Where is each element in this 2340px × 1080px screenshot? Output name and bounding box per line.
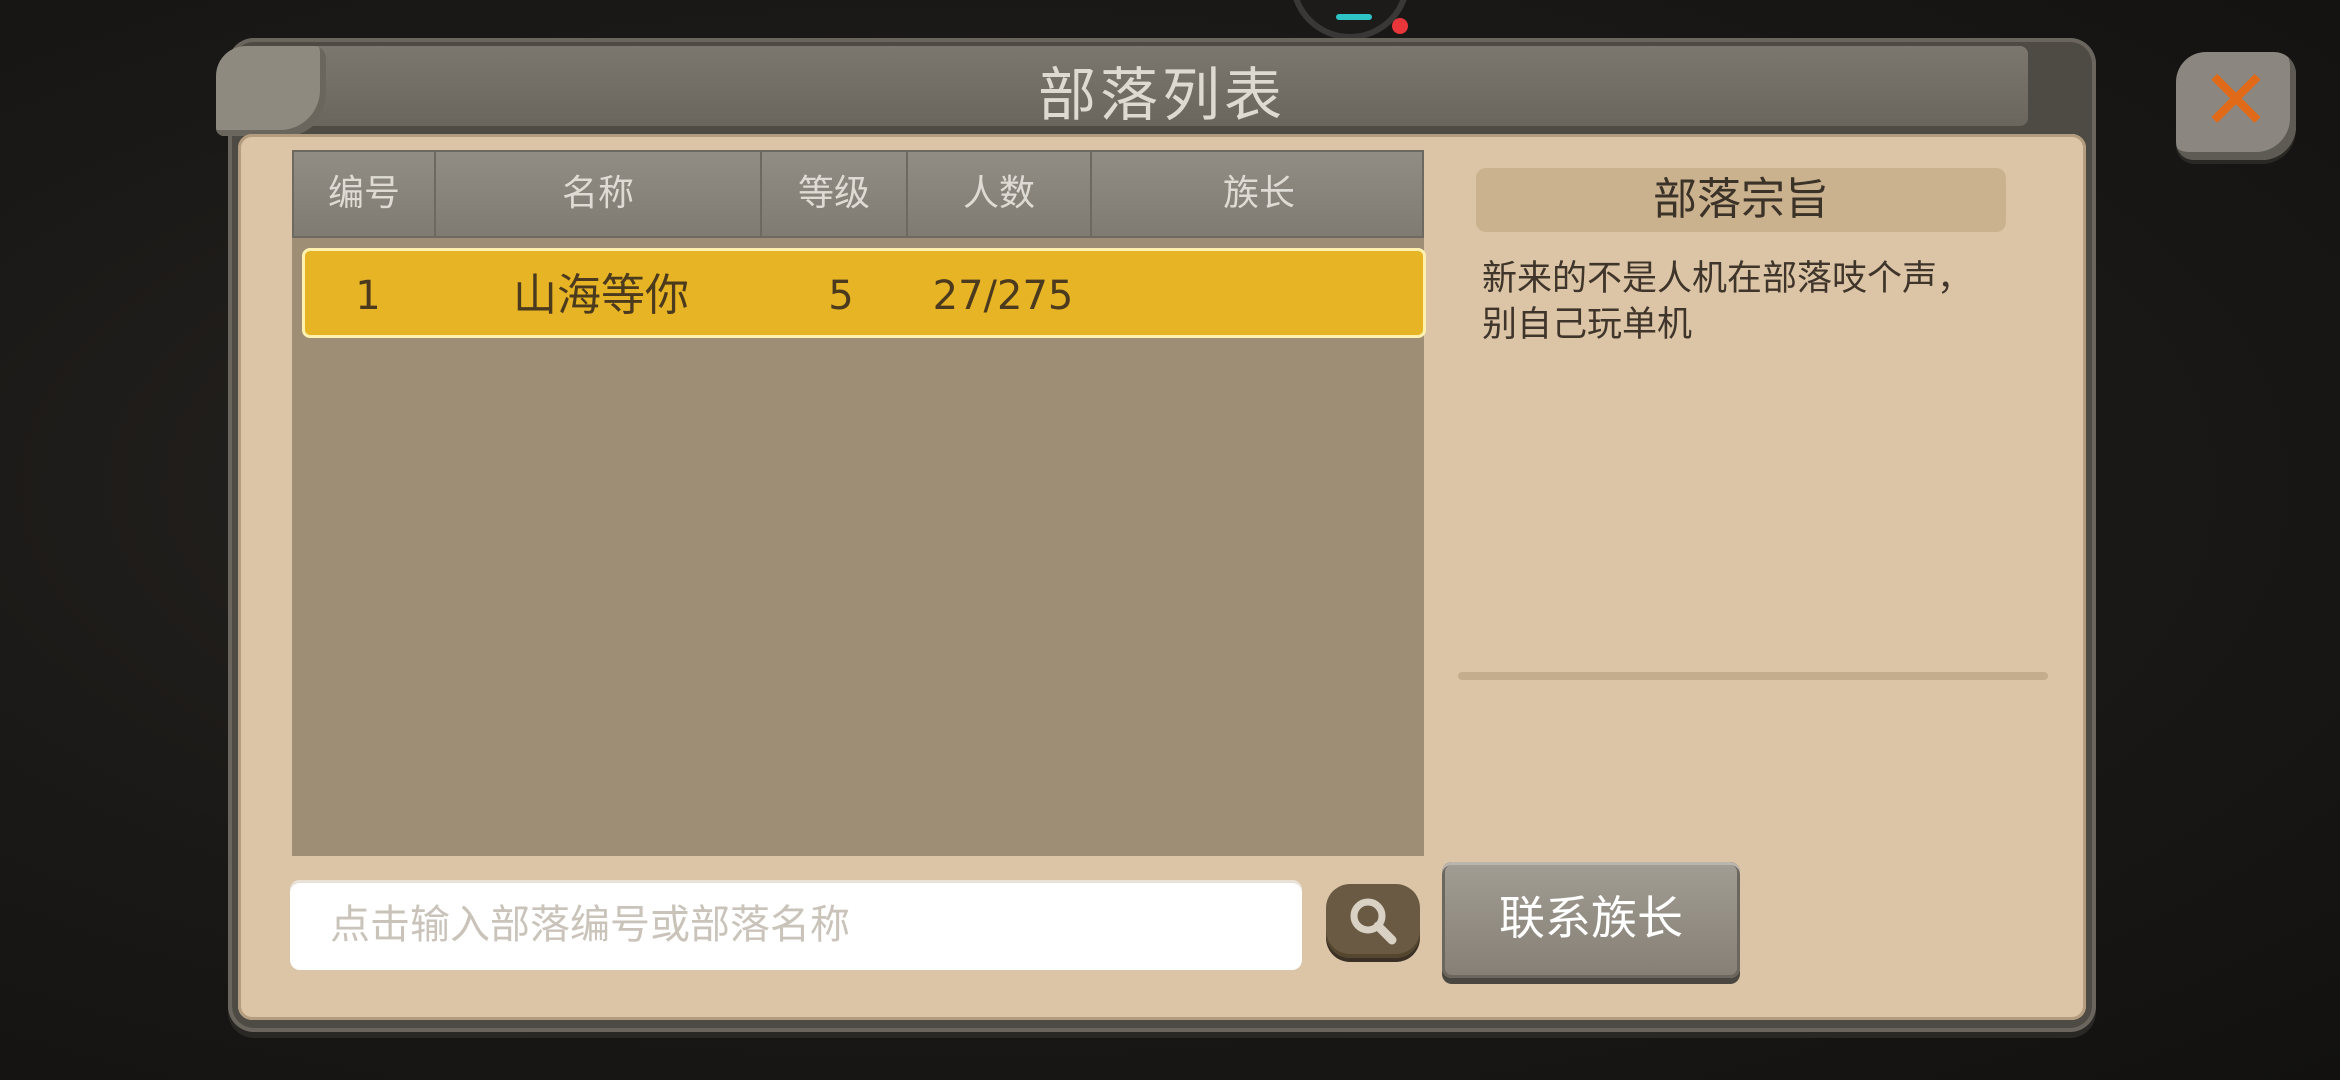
close-x-icon: ✕ [2200, 51, 2272, 149]
search-icon [1350, 898, 1397, 945]
row-level: 5 [828, 273, 854, 319]
header-leader: 族长 [1222, 173, 1295, 214]
row-leader [1095, 251, 1425, 335]
header-id: 编号 [294, 152, 436, 236]
status-indicator-cyan [1336, 14, 1372, 20]
search-button[interactable] [1326, 884, 1420, 958]
table-header: 编号 名称 等级 人数 族长 [292, 150, 1424, 238]
purpose-title: 部落宗旨 [1653, 174, 1829, 225]
tribe-table: 编号 名称 等级 人数 族长 1 山海等你 5 27/275 [292, 150, 1426, 856]
dialog-title: 部落列表 [1037, 61, 1286, 129]
row-members: 27/275 [932, 273, 1074, 319]
row-id: 1 [355, 273, 381, 319]
table-row[interactable]: 1 山海等你 5 27/275 [302, 248, 1426, 338]
close-button[interactable]: ✕ [2176, 52, 2296, 160]
header-level: 等级 [762, 152, 908, 236]
purpose-text: 新来的不是人机在部落吱个声， 别自己玩单机 [1482, 259, 1973, 345]
purpose-header: 部落宗旨 [1476, 168, 2006, 232]
row-name: 山海等你 [513, 270, 689, 321]
contact-leader-button[interactable]: 联系族长 [1442, 862, 1740, 978]
notification-dot [1392, 18, 1408, 34]
top-status-ornament [1290, 0, 1410, 40]
search-input[interactable] [290, 880, 1302, 970]
header-name: 名称 [436, 152, 762, 236]
header-members: 人数 [908, 152, 1092, 236]
contact-leader-label: 联系族长 [1499, 891, 1683, 945]
purpose-divider [1458, 672, 2048, 680]
